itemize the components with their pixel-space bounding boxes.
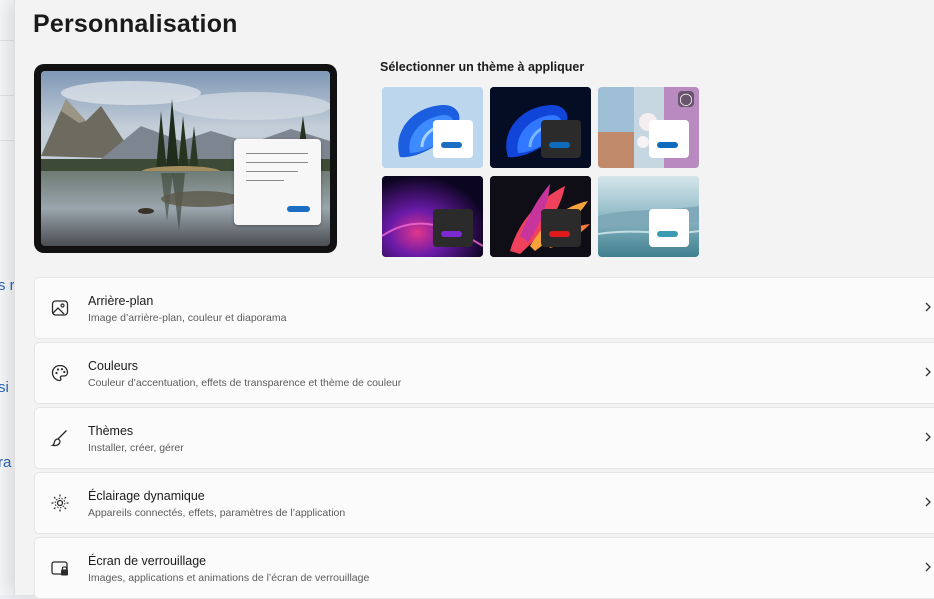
personalization-panel: Personnalisation Sélectionner un thème à… bbox=[14, 0, 934, 599]
preview-text-line bbox=[246, 153, 308, 154]
theme-tile-windows-light[interactable] bbox=[382, 87, 483, 168]
row-subtitle: Appareils connectés, effets, paramètres … bbox=[88, 507, 346, 519]
settings-row-themes[interactable]: Thèmes Installer, créer, gérer bbox=[34, 407, 934, 469]
theme-window-mockup bbox=[433, 120, 473, 158]
row-subtitle: Couleur d’accentuation, effets de transp… bbox=[88, 377, 402, 389]
theme-tile-windows-dark[interactable] bbox=[490, 87, 591, 168]
theme-tile-windows-spotlight[interactable]: ◯ bbox=[598, 87, 699, 168]
theme-accent-swatch bbox=[549, 231, 570, 237]
background-text-fragment: s r bbox=[0, 277, 15, 294]
preview-text-line bbox=[246, 180, 284, 181]
brush-icon bbox=[50, 430, 67, 447]
theme-accent-swatch bbox=[657, 231, 678, 237]
theme-accent-swatch bbox=[441, 142, 462, 148]
preview-text-line bbox=[246, 162, 308, 163]
background-text-fragment: ra bbox=[0, 454, 12, 471]
theme-accent-swatch bbox=[441, 231, 462, 237]
row-subtitle: Image d’arrière-plan, couleur et diapora… bbox=[88, 312, 287, 324]
row-title: Thèmes bbox=[88, 424, 134, 438]
theme-window-mockup bbox=[649, 209, 689, 247]
theme-tile-flow[interactable] bbox=[598, 176, 699, 257]
row-title: Éclairage dynamique bbox=[88, 489, 205, 503]
row-subtitle: Images, applications et animations de l’… bbox=[88, 572, 370, 584]
row-subtitle: Installer, créer, gérer bbox=[88, 442, 184, 454]
row-title: Arrière-plan bbox=[88, 294, 154, 308]
theme-window-mockup bbox=[541, 120, 581, 158]
preview-text-line bbox=[246, 171, 298, 172]
theme-tile-glow[interactable] bbox=[382, 176, 483, 257]
gallery-icon: ◯ bbox=[678, 91, 694, 107]
settings-row-dynamic-lighting[interactable]: Éclairage dynamique Appareils connectés,… bbox=[34, 472, 934, 534]
chevron-right-icon bbox=[925, 432, 931, 442]
lock-screen-icon bbox=[51, 561, 68, 576]
theme-window-mockup bbox=[649, 120, 689, 158]
preview-window-mockup bbox=[234, 139, 321, 225]
theme-preview bbox=[34, 64, 337, 253]
chevron-right-icon bbox=[925, 562, 931, 572]
row-title: Couleurs bbox=[88, 359, 139, 373]
row-title: Écran de verrouillage bbox=[88, 554, 207, 568]
theme-accent-swatch bbox=[657, 142, 678, 148]
chevron-right-icon bbox=[925, 302, 931, 312]
themes-section-label: Sélectionner un thème à appliquer bbox=[380, 60, 585, 74]
settings-row-colors[interactable]: Couleurs Couleur d’accentuation, effets … bbox=[34, 342, 934, 404]
theme-accent-swatch bbox=[549, 142, 570, 148]
chevron-right-icon bbox=[925, 497, 931, 507]
settings-row-background[interactable]: Arrière-plan Image d’arrière-plan, coule… bbox=[34, 277, 934, 339]
chevron-right-icon bbox=[925, 367, 931, 377]
page-title: Personnalisation bbox=[33, 10, 238, 38]
background-text-fragment: si bbox=[0, 379, 9, 396]
settings-row-lock-screen[interactable]: Écran de verrouillage Images, applicatio… bbox=[34, 537, 934, 599]
preview-accent-button bbox=[287, 206, 310, 212]
theme-window-mockup bbox=[433, 209, 473, 247]
theme-window-mockup bbox=[541, 209, 581, 247]
theme-tile-captured-motion[interactable] bbox=[490, 176, 591, 257]
dynamic-lighting-icon bbox=[51, 494, 69, 512]
image-icon bbox=[51, 300, 69, 316]
palette-icon bbox=[51, 364, 69, 382]
